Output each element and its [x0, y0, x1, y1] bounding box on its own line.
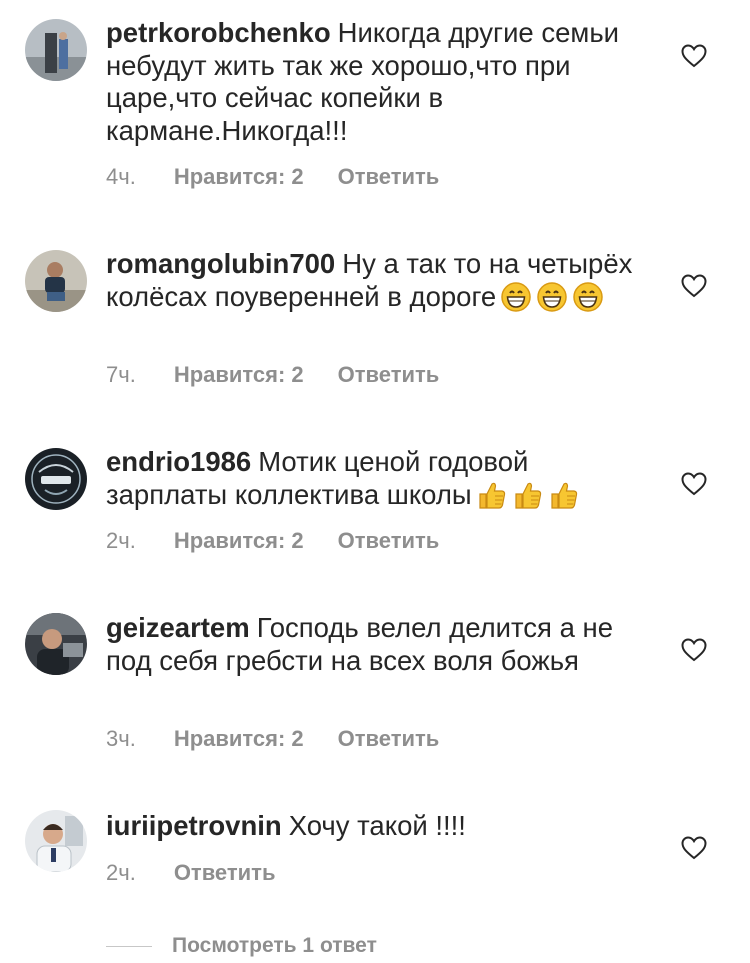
comment-username[interactable]: romangolubin700: [106, 248, 335, 279]
heart-outline-icon[interactable]: [681, 472, 707, 496]
comment-meta: 2ч. Ответить: [106, 860, 275, 886]
comment-likes[interactable]: Нравится: 2: [174, 726, 304, 752]
comment-username[interactable]: endrio1986: [106, 446, 251, 477]
avatar[interactable]: [25, 810, 87, 872]
comment-text: Хочу такой !!!!: [288, 810, 466, 841]
comment-time: 3ч.: [106, 726, 136, 751]
comment-time: 2ч.: [106, 860, 136, 885]
reply-button[interactable]: Ответить: [338, 164, 440, 190]
grinning-face-icon: [536, 281, 568, 313]
avatar[interactable]: [25, 250, 87, 312]
view-replies-button[interactable]: Посмотреть 1 ответ: [106, 932, 377, 960]
thumbs-up-icon: [512, 479, 544, 511]
comment-body: endrio1986 Мотик ценой годовой зарплаты к…: [106, 446, 646, 511]
comment-time: 4ч.: [106, 164, 136, 189]
thumbs-up-icon: [476, 479, 508, 511]
avatar[interactable]: [25, 613, 87, 675]
avatar[interactable]: [25, 448, 87, 510]
thumbs-up-icon: [548, 479, 580, 511]
heart-outline-icon[interactable]: [681, 638, 707, 662]
reply-button[interactable]: Ответить: [338, 528, 440, 554]
heart-outline-icon[interactable]: [681, 44, 707, 68]
grinning-face-icon: [572, 281, 604, 313]
grinning-face-icon: [500, 281, 532, 313]
comment-username[interactable]: geizeartem: [106, 612, 250, 643]
comment-likes[interactable]: Нравится: 2: [174, 528, 304, 554]
comment-meta: 3ч. Нравится: 2 Ответить: [106, 726, 439, 752]
view-replies-divider: [106, 945, 152, 947]
heart-outline-icon[interactable]: [681, 274, 707, 298]
reply-button[interactable]: Ответить: [338, 726, 440, 752]
comment-body: geizeartem Господь велел делится а не под…: [106, 612, 646, 677]
comment-body: romangolubin700 Ну а так то на четырёх ко…: [106, 248, 646, 313]
comment-meta: 4ч. Нравится: 2 Ответить: [106, 164, 439, 190]
reply-button[interactable]: Ответить: [338, 362, 440, 388]
comment-meta: 7ч. Нравится: 2 Ответить: [106, 362, 439, 388]
comment-time: 2ч.: [106, 528, 136, 553]
comment-time: 7ч.: [106, 362, 136, 387]
reply-button[interactable]: Ответить: [174, 860, 276, 886]
heart-outline-icon[interactable]: [681, 836, 707, 860]
avatar[interactable]: [25, 19, 87, 81]
comment-likes[interactable]: Нравится: 2: [174, 362, 304, 388]
view-replies-label[interactable]: Посмотреть 1 ответ: [172, 934, 377, 958]
comment-username[interactable]: iuriipetrovnin: [106, 810, 282, 841]
comment-meta: 2ч. Нравится: 2 Ответить: [106, 528, 439, 554]
comment-body: iuriipetrovnin Хочу такой !!!!: [106, 810, 646, 843]
comment-body: petrkorobchenko Никогда другие семьи небу…: [106, 17, 646, 147]
comment-username[interactable]: petrkorobchenko: [106, 17, 331, 48]
comment-likes[interactable]: Нравится: 2: [174, 164, 304, 190]
